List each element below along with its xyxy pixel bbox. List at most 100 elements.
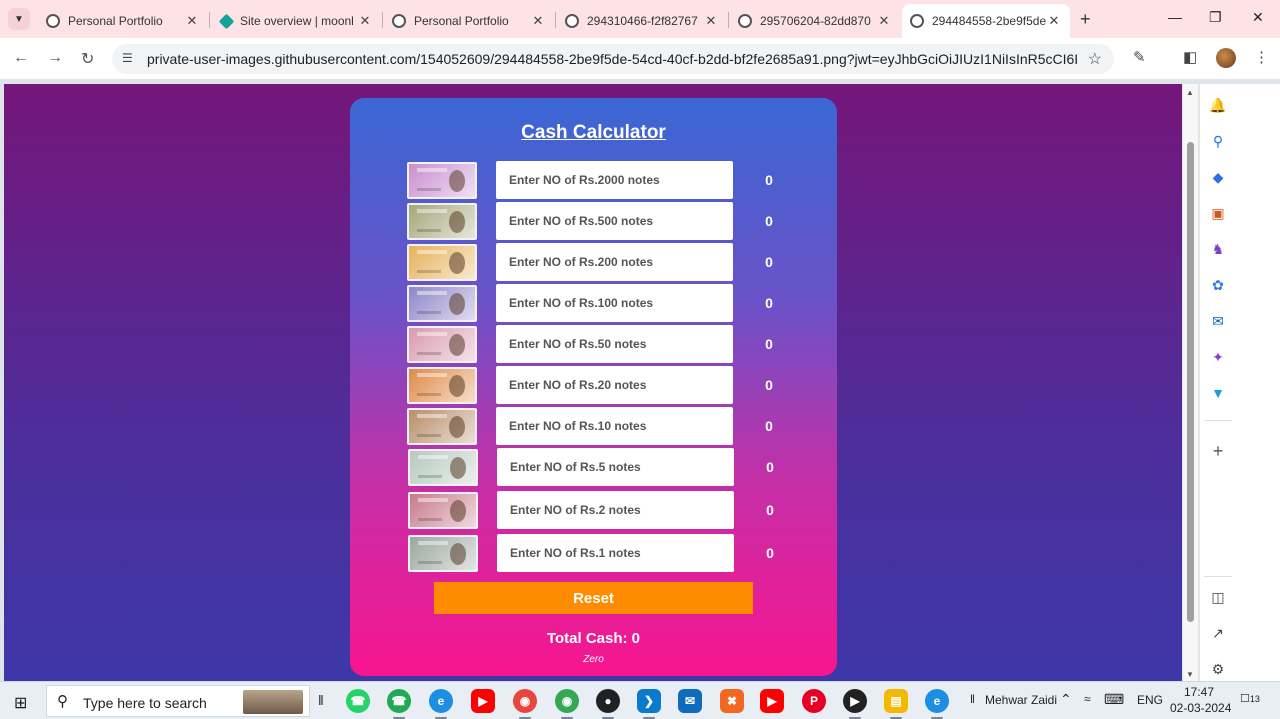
tab-search-menu-button[interactable]: ▼ [8,8,30,30]
reload-icon[interactable]: ↻ [81,49,94,69]
whatsapp-icon[interactable]: ☎ [346,689,370,713]
note-count-input[interactable] [496,202,733,240]
tab-1[interactable]: Personal Portfolio ✕ [38,6,208,36]
site-settings-icon[interactable]: ☰ [122,51,133,65]
tab-6-active[interactable]: 294484558-2be9f5de ✕ [902,4,1070,38]
search-highlight-image [243,690,303,714]
briefcase-icon[interactable]: ▣ [1209,204,1227,222]
url-text[interactable]: private-user-images.githubusercontent.co… [147,51,1077,67]
task-view-icon[interactable]: ‖ [318,692,324,708]
more-options-icon[interactable]: ⋮ [1254,48,1269,66]
taskbar-divider-icon: ‖ [970,692,975,706]
page-viewport: Cash Calculator 0 0 0 0 0 0 0 0 0 0 Reset Total C… [4,84,1182,681]
close-icon[interactable]: ✕ [1046,13,1062,29]
youtube-app-icon[interactable]: ▶ [760,689,784,713]
close-icon[interactable]: ✕ [703,13,719,29]
restore-icon[interactable]: ❐ [1209,9,1222,26]
clock-date[interactable]: 02-03-2024 [1170,701,1231,715]
bell-icon[interactable]: 🔔 [1209,96,1227,114]
tab-5[interactable]: 295706204-82dd870 ✕ [730,6,900,36]
extensions-icon[interactable]: ✎ [1133,48,1146,66]
note-count-input[interactable] [496,407,733,445]
scrollbar-thumb[interactable] [1187,142,1194,622]
window-close-icon[interactable]: ✕ [1252,9,1264,26]
tab-3[interactable]: Personal Portfolio ✕ [384,6,554,36]
external-link-icon[interactable]: ↗ [1209,624,1227,642]
edge-browser-icon[interactable]: e [925,689,949,719]
side-panel-icon[interactable]: ◧ [1183,48,1197,66]
tab-divider [555,12,556,28]
banknote-image [408,492,478,529]
vertical-scrollbar[interactable]: ▲ ▼ [1183,84,1198,681]
add-icon[interactable]: + [1209,441,1227,461]
wifi-icon[interactable]: ≈ [1084,692,1091,706]
note-count-input[interactable] [496,366,733,404]
chevron-down-icon: ▼ [14,13,24,25]
taskbar-search-box[interactable]: ⚲ Type here to search [46,685,310,717]
sidebar-divider [1204,420,1232,421]
youtube-icon[interactable]: ▶ [471,689,495,713]
minimize-icon[interactable]: — [1168,9,1182,25]
xampp-icon[interactable]: ✖ [720,689,744,713]
banknote-image [408,535,478,572]
mail-icon[interactable]: ✉ [678,689,702,713]
tag-icon[interactable]: ◆ [1209,168,1227,186]
note-count-input[interactable] [496,284,733,322]
note-count-input[interactable] [496,243,733,281]
forward-arrow-icon[interactable]: → [47,49,63,67]
windows-start-icon[interactable]: ⊞ [14,693,27,713]
edge-icon[interactable]: e [429,689,453,719]
profile-avatar[interactable] [1216,48,1236,68]
note-count-input[interactable] [496,161,733,199]
settings-gear-icon[interactable]: ⚙ [1209,660,1227,678]
globe-icon [910,14,924,28]
new-tab-icon[interactable]: + [1080,9,1091,30]
chrome-profile-icon[interactable]: ◉ [555,689,579,719]
outlook-icon[interactable]: ✉ [1209,312,1227,330]
banknote-image [407,244,477,281]
scroll-down-arrow-icon[interactable]: ▼ [1186,670,1194,679]
scroll-up-arrow-icon[interactable]: ▲ [1186,88,1194,97]
split-screen-icon[interactable]: ◫ [1209,588,1227,606]
language-indicator[interactable]: ENG [1137,693,1163,707]
note-count-input[interactable] [497,491,734,529]
back-arrow-icon[interactable]: ← [13,49,29,67]
user-label[interactable]: Mehwar Zaidi [985,693,1057,707]
address-bar[interactable]: ☰ private-user-images.githubusercontent.… [112,44,1114,74]
media-player-icon[interactable]: ▶ [843,689,867,719]
chevron-up-icon[interactable]: ⌃ [1060,691,1072,708]
note-count-input[interactable] [496,325,733,363]
chrome-icon[interactable]: ◉ [513,689,537,719]
close-icon[interactable]: ✕ [184,13,200,29]
file-explorer-icon[interactable]: ▤ [884,689,908,719]
bookmark-star-icon[interactable]: ☆ [1088,49,1102,69]
close-icon[interactable]: ✕ [357,13,373,29]
github-icon[interactable]: ● [596,689,620,719]
sidebar-divider [1204,576,1232,577]
notification-icon[interactable]: ☐13 [1240,692,1262,710]
tab-divider [382,12,383,28]
copilot-icon[interactable]: ✿ [1209,276,1227,294]
tab-title: 295706204-82dd870 [760,14,871,28]
search-icon[interactable]: ⚲ [1209,132,1227,150]
close-icon[interactable]: ✕ [876,13,892,29]
note-count-input[interactable] [497,534,734,572]
note-count-input[interactable] [497,448,734,486]
note-subtotal: 0 [765,172,773,188]
note-subtotal: 0 [766,545,774,561]
chess-icon[interactable]: ♞ [1209,240,1227,258]
whatsapp-desktop-icon[interactable]: ☎ [387,689,411,719]
note-row: 0 [408,491,788,529]
vscode-icon[interactable]: ❯ [637,689,661,719]
pinterest-icon[interactable]: P [802,689,826,713]
tab-2[interactable]: Site overview | moonl ✕ [211,6,381,36]
tab-4[interactable]: 294310466-f2f82767 ✕ [557,6,727,36]
clock-time[interactable]: 17:47 [1184,685,1214,699]
keyboard-icon[interactable]: ⌨ [1104,691,1124,708]
drop-icon[interactable]: ▼ [1209,384,1227,402]
banknote-image [408,449,478,486]
reset-button[interactable]: Reset [434,582,753,614]
close-icon[interactable]: ✕ [530,13,546,29]
note-subtotal: 0 [765,254,773,270]
designer-icon[interactable]: ✦ [1209,348,1227,366]
